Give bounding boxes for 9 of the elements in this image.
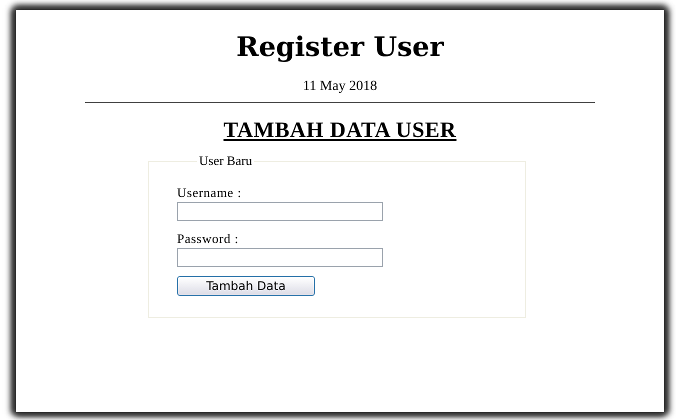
date-text: 11 May 2018 — [302, 79, 378, 95]
field-label: Username : — [177, 185, 242, 201]
page-title: Register User — [236, 32, 444, 63]
input-field[interactable] — [177, 248, 383, 267]
section-heading: TAMBAH DATA USER — [224, 117, 456, 143]
input-field[interactable] — [177, 202, 383, 221]
group-legend: User Baru — [197, 153, 254, 169]
submit-button[interactable]: Tambah Data — [177, 276, 315, 296]
field-label: Password : — [177, 231, 239, 247]
